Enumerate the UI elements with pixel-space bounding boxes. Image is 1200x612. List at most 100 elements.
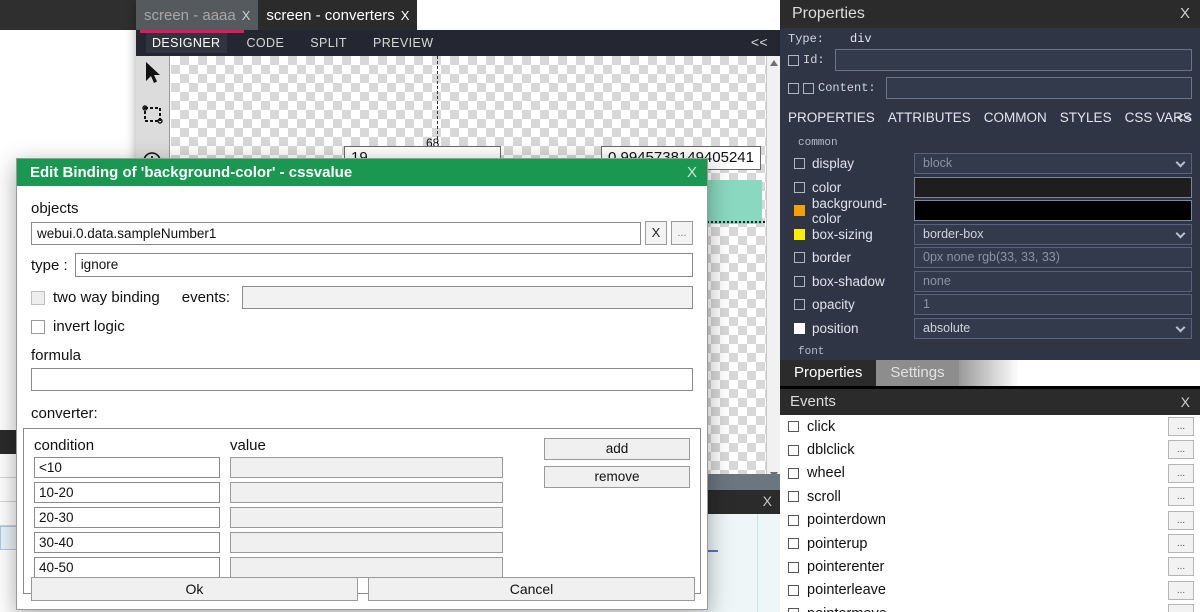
ide-tab-screen-aaaa[interactable]: screen - aaaa X bbox=[136, 0, 259, 30]
close-icon[interactable]: X bbox=[1181, 389, 1190, 415]
close-icon[interactable]: X bbox=[401, 8, 410, 23]
close-icon[interactable]: X bbox=[1180, 0, 1190, 28]
tab-split[interactable]: SPLIT bbox=[304, 33, 353, 53]
property-value-color[interactable] bbox=[914, 176, 1192, 198]
event-checkbox[interactable] bbox=[788, 538, 799, 550]
event-options-button[interactable]: ... bbox=[1168, 463, 1194, 483]
event-checkbox[interactable] bbox=[788, 608, 799, 612]
invert-logic-checkbox[interactable] bbox=[31, 319, 45, 334]
event-checkbox[interactable] bbox=[788, 584, 799, 596]
event-options-button[interactable]: ... bbox=[1168, 557, 1194, 577]
property-checkbox[interactable] bbox=[794, 275, 805, 287]
collapse-icon[interactable]: << bbox=[751, 34, 768, 50]
add-button[interactable]: add bbox=[544, 438, 690, 460]
objects-browse-button[interactable]: ... bbox=[671, 221, 693, 245]
event-options-button[interactable]: ... bbox=[1168, 440, 1194, 460]
tab-attributes[interactable]: ATTRIBUTES bbox=[888, 110, 971, 125]
condition-input[interactable] bbox=[34, 532, 220, 553]
event-row-scroll[interactable]: scroll ... bbox=[780, 485, 1200, 508]
property-checkbox[interactable] bbox=[794, 181, 805, 193]
content-input[interactable] bbox=[885, 77, 1192, 99]
tab-designer[interactable]: DESIGNER bbox=[146, 33, 227, 53]
event-row-pointermove[interactable]: pointermove ... bbox=[780, 602, 1200, 612]
property-value-background-color[interactable] bbox=[914, 200, 1192, 222]
property-checkbox[interactable] bbox=[794, 299, 805, 311]
type-select-wrap[interactable]: ignore bbox=[74, 253, 693, 277]
event-checkbox[interactable] bbox=[788, 444, 799, 456]
property-value-box-shadow[interactable]: none bbox=[914, 270, 1192, 292]
condition-input[interactable] bbox=[34, 557, 220, 578]
tab-properties[interactable]: PROPERTIES bbox=[788, 110, 875, 125]
event-row-pointerdown[interactable]: pointerdown ... bbox=[780, 509, 1200, 532]
event-options-button[interactable]: ... bbox=[1168, 417, 1194, 436]
event-checkbox[interactable] bbox=[788, 421, 799, 433]
event-row-dblclick[interactable]: dblclick ... bbox=[780, 438, 1200, 461]
event-options-button[interactable]: ... bbox=[1168, 533, 1194, 553]
property-value-opacity[interactable]: 1 bbox=[914, 294, 1192, 316]
event-options-button[interactable]: ... bbox=[1168, 487, 1194, 507]
event-options-button[interactable]: ... bbox=[1168, 580, 1194, 600]
table-row[interactable] bbox=[34, 557, 690, 578]
event-row-pointerenter[interactable]: pointerenter ... bbox=[780, 555, 1200, 578]
color-value-field[interactable] bbox=[230, 482, 503, 503]
content-checkbox-1[interactable] bbox=[788, 82, 799, 94]
close-icon[interactable]: X bbox=[242, 8, 251, 23]
event-options-button[interactable]: ... bbox=[1168, 510, 1194, 530]
condition-input[interactable] bbox=[34, 507, 220, 528]
cancel-button[interactable]: Cancel bbox=[368, 577, 695, 601]
objects-input[interactable] bbox=[31, 221, 641, 245]
formula-input[interactable] bbox=[31, 368, 693, 391]
property-value-position[interactable]: absolute bbox=[914, 317, 1192, 339]
event-checkbox[interactable] bbox=[788, 491, 799, 503]
property-value-border[interactable]: 0px none rgb(33, 33, 33) bbox=[914, 247, 1192, 269]
property-checkbox[interactable] bbox=[794, 205, 805, 217]
select-region-tool-icon[interactable] bbox=[140, 102, 166, 128]
tab-code[interactable]: CODE bbox=[241, 33, 291, 53]
event-row-click[interactable]: click ... bbox=[780, 415, 1200, 438]
property-value-display[interactable]: block bbox=[914, 153, 1192, 175]
close-icon[interactable]: X bbox=[763, 493, 772, 509]
color-value-field[interactable] bbox=[230, 532, 503, 553]
table-row[interactable] bbox=[34, 532, 690, 553]
remove-button[interactable]: remove bbox=[544, 466, 690, 488]
ok-button[interactable]: Ok bbox=[31, 577, 358, 601]
content-checkbox-2[interactable] bbox=[803, 82, 814, 94]
property-checkbox[interactable] bbox=[794, 228, 805, 240]
event-row-pointerup[interactable]: pointerup ... bbox=[780, 532, 1200, 555]
bottom-tab-settings[interactable]: Settings bbox=[876, 360, 959, 386]
ide-mode-items: DESIGNER CODE SPLIT PREVIEW bbox=[146, 30, 439, 56]
pointer-tool-icon[interactable] bbox=[140, 60, 166, 86]
color-value-field[interactable] bbox=[230, 507, 503, 528]
tab-common[interactable]: COMMON bbox=[984, 110, 1047, 125]
events-input[interactable] bbox=[242, 286, 693, 309]
color-value-field[interactable] bbox=[230, 557, 503, 578]
condition-input[interactable] bbox=[34, 482, 220, 503]
two-way-binding-checkbox[interactable] bbox=[31, 290, 45, 305]
bottom-tab-properties[interactable]: Properties bbox=[780, 360, 877, 386]
property-checkbox[interactable] bbox=[794, 322, 805, 334]
event-checkbox[interactable] bbox=[788, 561, 799, 573]
table-row[interactable] bbox=[34, 507, 690, 528]
property-checkbox[interactable] bbox=[794, 252, 805, 264]
event-row-pointerleave[interactable]: pointerleave ... bbox=[780, 579, 1200, 602]
event-options-button[interactable]: ... bbox=[1168, 604, 1194, 612]
property-checkbox[interactable] bbox=[794, 158, 805, 170]
color-value-field[interactable] bbox=[230, 457, 503, 478]
property-row-background-color: background-color bbox=[780, 196, 1200, 226]
event-row-wheel[interactable]: wheel ... bbox=[780, 462, 1200, 485]
id-input[interactable] bbox=[834, 49, 1192, 71]
property-value-box-sizing[interactable]: border-box bbox=[914, 223, 1192, 245]
canvas-vertical-scrollbar[interactable] bbox=[766, 56, 780, 500]
scroll-up-icon[interactable] bbox=[770, 60, 778, 66]
condition-input[interactable] bbox=[34, 457, 220, 478]
ide-tab-screen-converters[interactable]: screen - converters X bbox=[258, 0, 418, 30]
type-select[interactable]: ignore bbox=[74, 253, 693, 277]
objects-clear-button[interactable]: X bbox=[645, 221, 667, 245]
tab-preview[interactable]: PREVIEW bbox=[367, 33, 439, 53]
event-checkbox[interactable] bbox=[788, 467, 799, 479]
tab-styles[interactable]: STYLES bbox=[1060, 110, 1112, 125]
event-checkbox[interactable] bbox=[788, 514, 799, 526]
close-icon[interactable]: X bbox=[687, 159, 697, 186]
collapse-icon[interactable]: << bbox=[1176, 110, 1192, 125]
id-checkbox[interactable] bbox=[788, 54, 799, 66]
